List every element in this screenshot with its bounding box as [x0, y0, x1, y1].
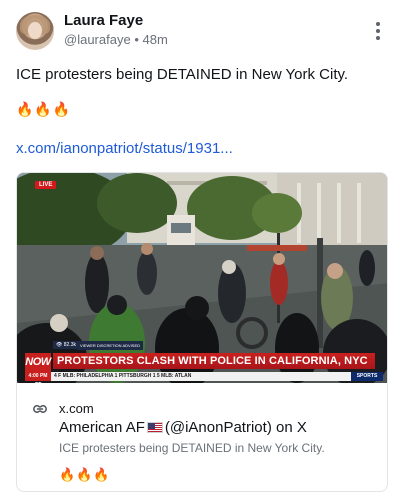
- sports-label: SPORTS: [351, 372, 383, 381]
- us-flag-icon: [146, 422, 163, 433]
- viewer-count-value: 82.3k: [63, 342, 76, 348]
- card-domain: x.com: [59, 401, 94, 416]
- news-lower-third: 👁 82.3k VIEWER DISCRETION ADVISED NOW PR…: [17, 341, 387, 383]
- avatar-face: [28, 22, 42, 39]
- post-fire-emojis: 🔥🔥🔥: [16, 101, 72, 117]
- link-icon: [33, 405, 47, 413]
- card-title-handle: (@iAnonPatriot) on X: [164, 419, 307, 436]
- broadcast-time: 4:00 PM CT: [25, 372, 51, 383]
- author-name[interactable]: Laura Faye: [64, 12, 143, 29]
- viewer-count: 👁 82.3k: [53, 341, 79, 349]
- meta-separator: •: [134, 32, 139, 47]
- link-preview-card[interactable]: LIVE 👁 82.3k VIEWER DISCRETION ADVISED N…: [16, 172, 388, 492]
- avatar[interactable]: [16, 12, 54, 50]
- card-title-name: American AF: [59, 419, 145, 436]
- card-fire-emojis: 🔥🔥🔥: [59, 467, 111, 482]
- social-post: Laura Faye @laurafaye • 48m ICE proteste…: [0, 0, 404, 500]
- post-link[interactable]: x.com/ianonpatriot/status/1931...: [16, 140, 233, 157]
- card-title[interactable]: American AF (@iAnonPatriot) on X: [59, 419, 307, 436]
- post-time[interactable]: 48m: [143, 32, 168, 47]
- news-headline: PROTESTORS CLASH WITH POLICE IN CALIFORN…: [53, 353, 375, 369]
- card-info[interactable]: x.com American AF (@iAnonPatriot) on X IC…: [17, 383, 387, 491]
- viewer-advisory: VIEWER DISCRETION ADVISED: [77, 341, 144, 350]
- card-description: ICE protesters being DETAINED in New Yor…: [59, 441, 325, 455]
- post-meta: @laurafaye • 48m: [64, 32, 168, 47]
- post-body-text: ICE protesters being DETAINED in New Yor…: [16, 66, 349, 83]
- sports-ticker: 4 F MLB: PHILADELPHIA 1 PITTSBURGH 1 5 M…: [51, 372, 351, 381]
- live-badge: LIVE: [35, 181, 57, 189]
- more-options-icon[interactable]: [370, 20, 386, 42]
- video-thumbnail[interactable]: LIVE 👁 82.3k VIEWER DISCRETION ADVISED N…: [17, 173, 387, 383]
- network-logo: NOW: [25, 353, 51, 372]
- author-handle[interactable]: @laurafaye: [64, 32, 131, 47]
